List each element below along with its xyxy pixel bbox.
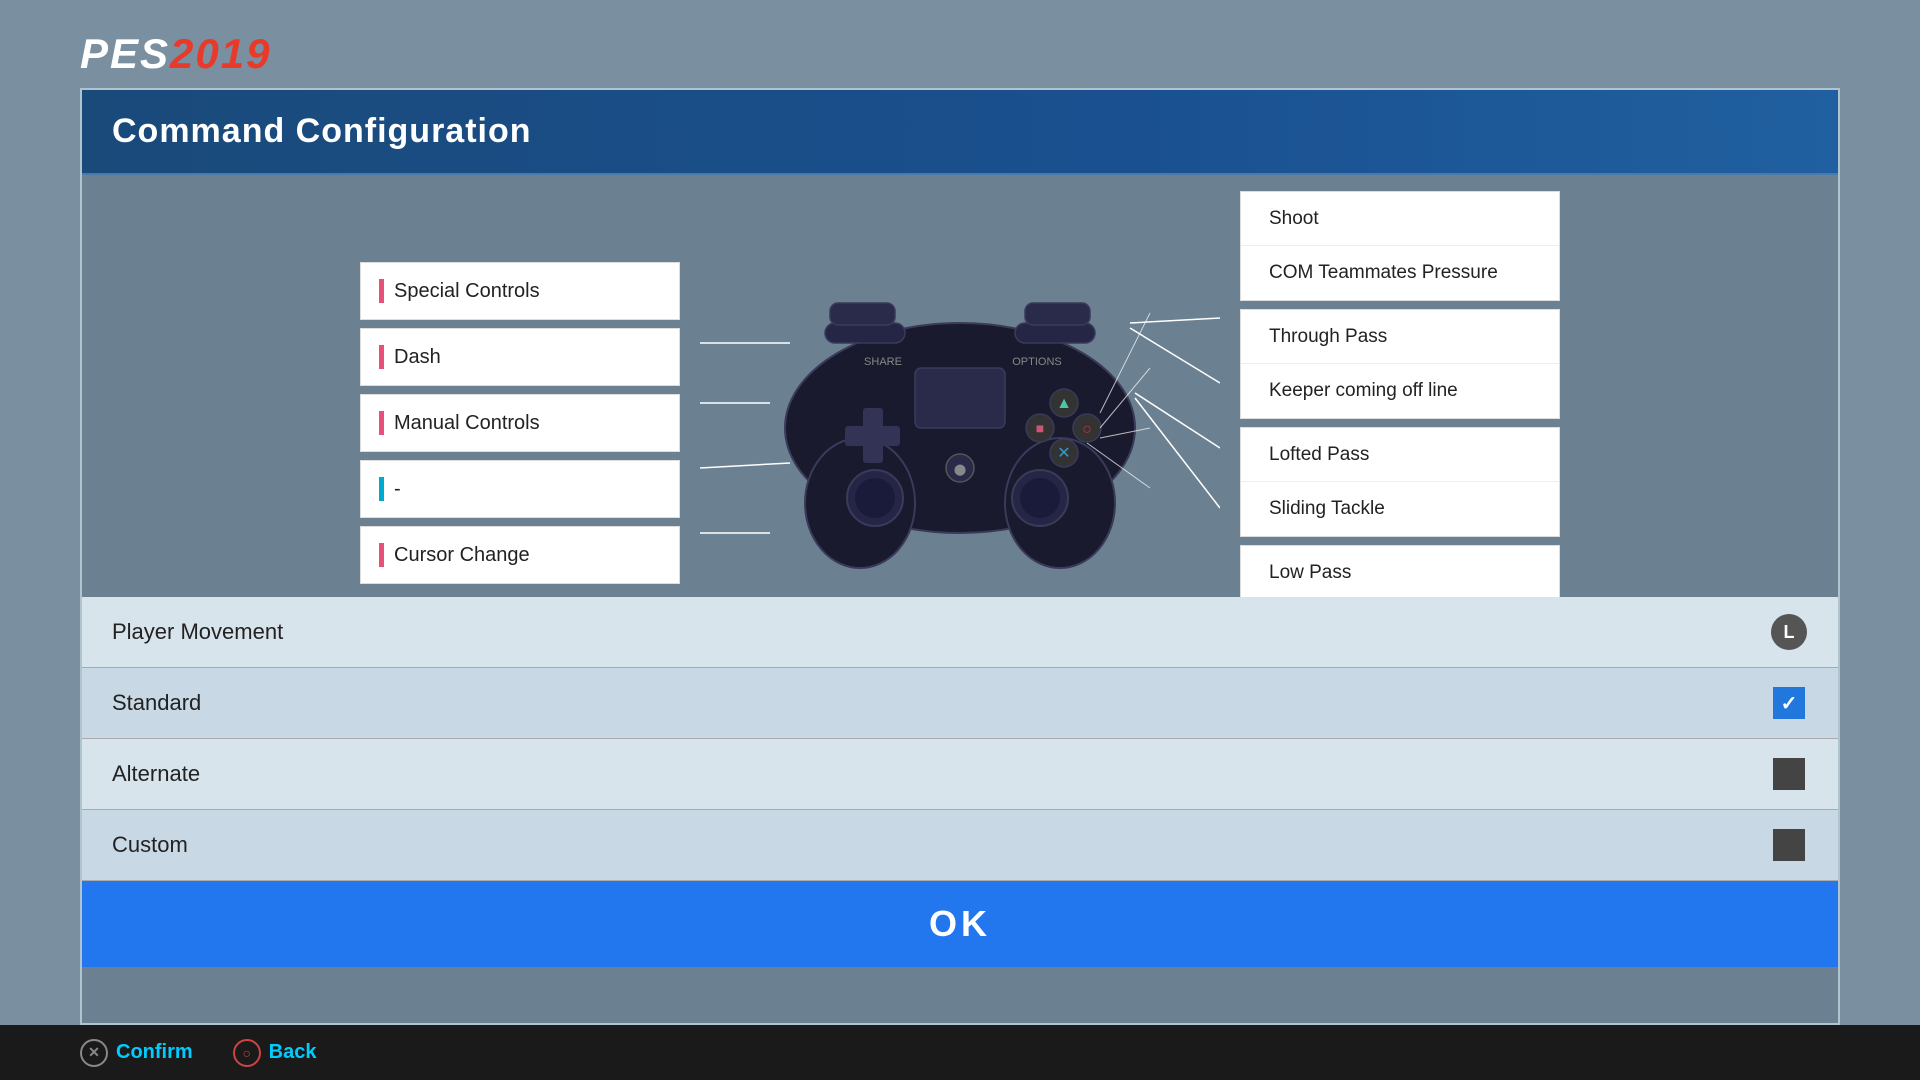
table-row[interactable]: Standard xyxy=(82,668,1838,739)
right-control-item[interactable]: COM Teammates Pressure xyxy=(1241,246,1559,300)
x-button-icon: ✕ xyxy=(80,1039,108,1067)
bottom-bar: ✕ Confirm ○ Back xyxy=(0,1025,1920,1080)
indicator-icon xyxy=(379,411,384,435)
table-row-label: Standard xyxy=(112,690,1770,716)
bottom-section: Player MovementLStandardAlternateCustom … xyxy=(82,597,1838,967)
control-item-cursor-change[interactable]: Cursor Change xyxy=(360,526,680,584)
logo: PES 2019 xyxy=(80,30,271,78)
right-control-label: Through Pass xyxy=(1269,326,1387,348)
logo-pes: PES xyxy=(80,30,170,78)
svg-text:▲: ▲ xyxy=(1056,395,1072,412)
confirm-action[interactable]: ✕ Confirm xyxy=(80,1039,193,1067)
right-group-1: Through Pass Keeper coming off line xyxy=(1240,309,1560,419)
control-label: Manual Controls xyxy=(394,412,540,435)
svg-text:⬤: ⬤ xyxy=(954,464,966,476)
checkbox-checked[interactable] xyxy=(1773,687,1805,719)
confirm-label: Confirm xyxy=(116,1041,193,1064)
ok-button[interactable]: OK xyxy=(82,881,1838,967)
page-title: Command Configuration xyxy=(112,112,1808,151)
l-analog-icon: L xyxy=(1771,614,1807,650)
right-controls: Shoot COM Teammates Pressure Through Pass K… xyxy=(1240,191,1560,655)
right-control-label: Sliding Tackle xyxy=(1269,498,1385,520)
right-control-item[interactable]: Shoot xyxy=(1241,192,1559,246)
control-item-dash-sub[interactable]: - xyxy=(360,460,680,518)
right-control-label: COM Teammates Pressure xyxy=(1269,262,1498,284)
back-action[interactable]: ○ Back xyxy=(233,1039,317,1067)
table-row[interactable]: Player MovementL xyxy=(82,597,1838,668)
indicator-icon xyxy=(379,543,384,567)
control-label: Special Controls xyxy=(394,280,540,303)
right-control-item[interactable]: Low Pass xyxy=(1241,546,1559,600)
title-bar: Command Configuration xyxy=(82,90,1838,175)
table-row[interactable]: Custom xyxy=(82,810,1838,881)
checkbox-unchecked[interactable] xyxy=(1773,829,1805,861)
right-control-item[interactable]: Lofted Pass xyxy=(1241,428,1559,482)
svg-text:✕: ✕ xyxy=(1057,445,1070,462)
right-control-label: Shoot xyxy=(1269,208,1319,230)
svg-text:SHARE: SHARE xyxy=(864,356,902,368)
player-movement-table: Player MovementL Standard Alternate Custom xyxy=(82,597,1838,881)
control-item-manual-controls[interactable]: Manual Controls xyxy=(360,394,680,452)
logo-year: 2019 xyxy=(170,30,271,78)
table-row-label: Alternate xyxy=(112,761,1770,787)
o-button-icon: ○ xyxy=(233,1039,261,1067)
control-label: Dash xyxy=(394,346,441,369)
content-area: Special Controls Dash Manual Controls - Curs… xyxy=(82,178,1838,668)
indicator-icon xyxy=(379,279,384,303)
right-control-item[interactable]: Sliding Tackle xyxy=(1241,482,1559,536)
table-row-label: Player Movement xyxy=(112,619,1770,645)
control-label: - xyxy=(394,478,401,501)
controller-wrapper: SHARE OPTIONS ⬤ xyxy=(700,263,1220,583)
right-control-label: Lofted Pass xyxy=(1269,444,1369,466)
indicator-icon xyxy=(379,477,384,501)
checkbox-unchecked[interactable] xyxy=(1773,758,1805,790)
right-group-2: Lofted Pass Sliding Tackle xyxy=(1240,427,1560,537)
right-group-0: Shoot COM Teammates Pressure xyxy=(1240,191,1560,301)
right-control-item[interactable]: Through Pass xyxy=(1241,310,1559,364)
control-item-special-controls[interactable]: Special Controls xyxy=(360,262,680,320)
svg-text:■: ■ xyxy=(1036,420,1044,436)
table-row-label: Custom xyxy=(112,832,1770,858)
right-control-label: Low Pass xyxy=(1269,562,1351,584)
left-controls: Special Controls Dash Manual Controls - Curs… xyxy=(360,262,680,584)
svg-text:OPTIONS: OPTIONS xyxy=(1012,356,1062,368)
indicator-icon xyxy=(379,345,384,369)
table-row[interactable]: Alternate xyxy=(82,739,1838,810)
back-label: Back xyxy=(269,1041,317,1064)
svg-text:○: ○ xyxy=(1082,421,1092,438)
right-control-label: Keeper coming off line xyxy=(1269,380,1458,402)
control-item-dash[interactable]: Dash xyxy=(360,328,680,386)
control-label: Cursor Change xyxy=(394,544,530,567)
main-panel: Command Configuration Special Controls Da… xyxy=(80,88,1840,1025)
controller-diagram: SHARE OPTIONS ⬤ xyxy=(700,263,1220,583)
right-control-item[interactable]: Keeper coming off line xyxy=(1241,364,1559,418)
